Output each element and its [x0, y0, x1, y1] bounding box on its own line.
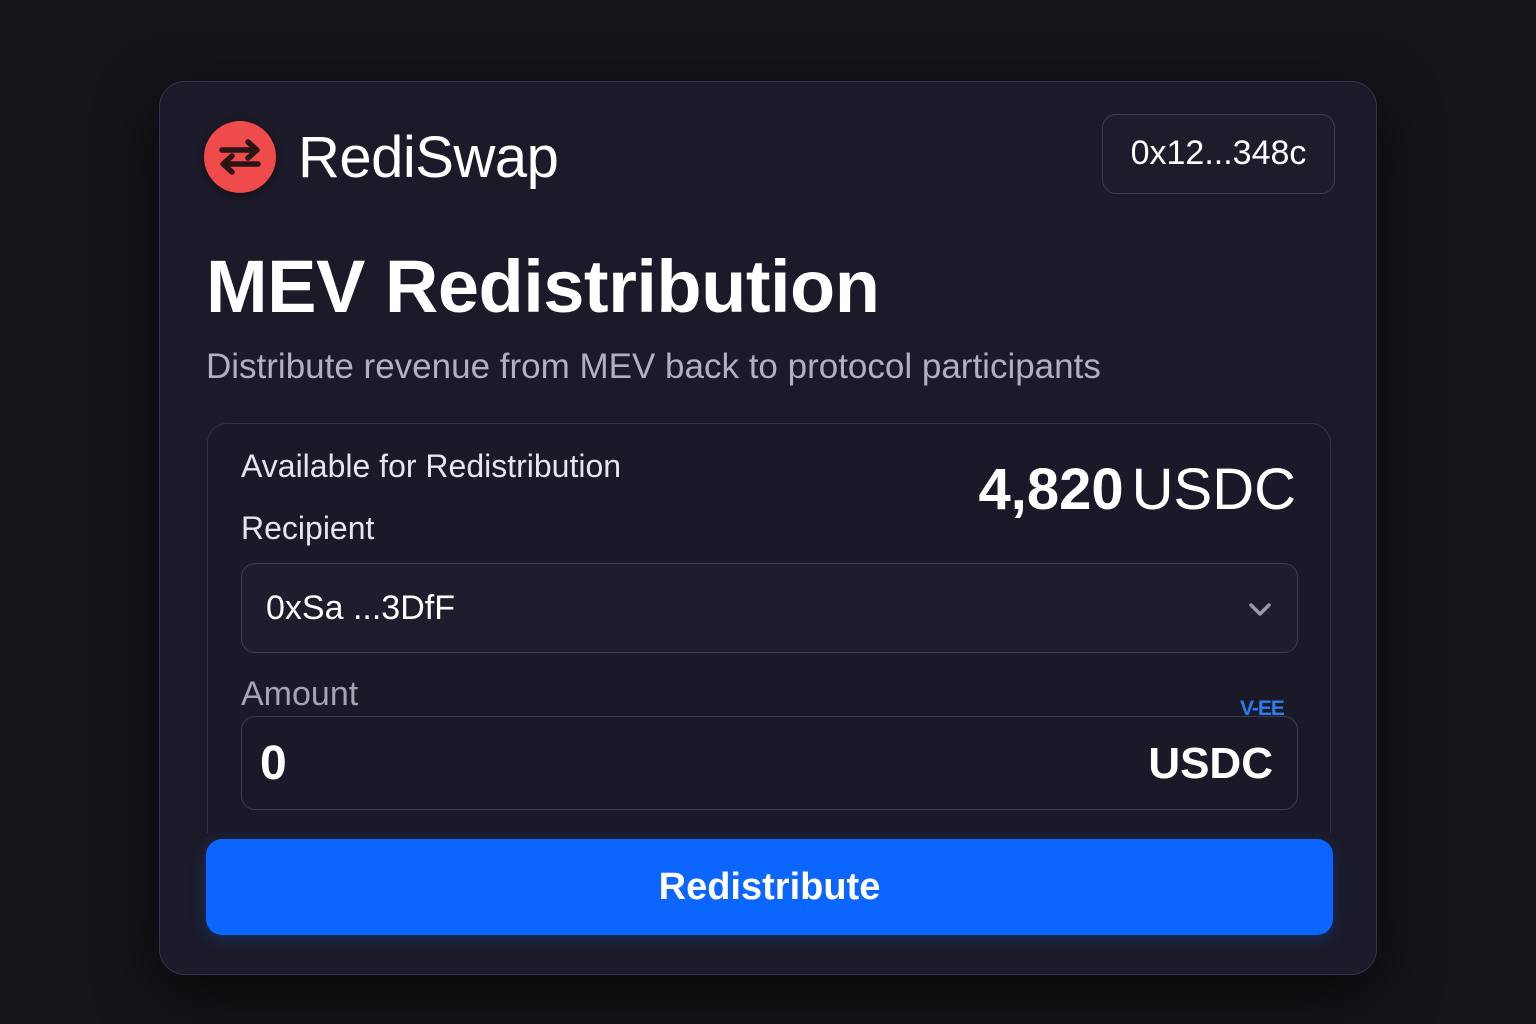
- redistribution-form-panel: Available for Redistribution 4,820 USDC R…: [207, 423, 1331, 833]
- available-amount: 4,820 USDC: [979, 454, 1297, 526]
- swap-arrows-icon: [204, 121, 276, 193]
- available-amount-unit: USDC: [1131, 457, 1296, 522]
- amount-unit: USDC: [1148, 739, 1273, 788]
- amount-label: Amount: [241, 675, 359, 713]
- available-amount-number: 4,820: [978, 457, 1124, 522]
- chevron-down-icon: [1249, 603, 1271, 616]
- available-label: Available for Redistribution: [241, 448, 622, 484]
- redistribution-card: RediSwap 0x12...348c MEV Redistribution …: [159, 81, 1377, 975]
- wallet-address-button[interactable]: 0x12...348c: [1102, 114, 1335, 194]
- recipient-label: Recipient: [241, 510, 375, 546]
- page-title: MEV Redistribution: [206, 245, 880, 328]
- redistribute-button[interactable]: Redistribute: [206, 839, 1333, 935]
- recipient-select[interactable]: 0xSa ...3DfF: [241, 563, 1298, 653]
- page-subtitle: Distribute revenue from MEV back to prot…: [206, 347, 1101, 386]
- brand-name: RediSwap: [298, 125, 559, 190]
- recipient-selected-value: 0xSa ...3DfF: [266, 589, 455, 627]
- amount-field: USDC: [241, 716, 1298, 810]
- amount-input[interactable]: [258, 727, 1118, 799]
